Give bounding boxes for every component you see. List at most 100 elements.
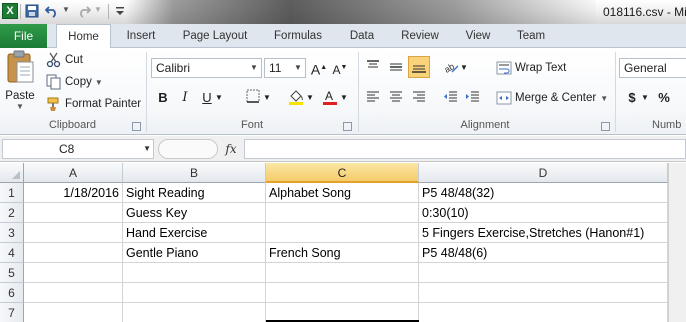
cell-b7[interactable] — [123, 303, 266, 322]
font-size-combo[interactable]: 11 ▼ — [264, 58, 306, 78]
orientation-icon[interactable]: ab — [442, 58, 460, 76]
formula-bar: C8 ▼ fx — [0, 136, 686, 162]
copy-dropdown-icon[interactable]: ▼ — [95, 78, 103, 87]
tab-file[interactable]: File — [0, 24, 47, 48]
orientation-dropdown-icon[interactable]: ▼ — [459, 58, 469, 78]
font-color-button[interactable]: A — [320, 88, 340, 108]
font-launcher-icon[interactable] — [343, 122, 352, 131]
top-align-icon[interactable] — [364, 58, 382, 76]
align-center-icon[interactable] — [387, 88, 405, 106]
undo-icon[interactable] — [44, 3, 60, 19]
fill-color-button[interactable] — [286, 88, 306, 108]
cell-a5[interactable] — [24, 263, 123, 283]
redo-icon[interactable] — [76, 3, 92, 19]
tab-data[interactable]: Data — [340, 24, 384, 48]
tab-review[interactable]: Review — [394, 24, 446, 48]
cell-d1[interactable]: P5 48/48(32) — [419, 183, 668, 203]
tab-view[interactable]: View — [456, 24, 500, 48]
column-header-b[interactable]: B — [123, 163, 266, 183]
borders-dropdown-icon[interactable]: ▼ — [262, 88, 272, 108]
merge-center-button[interactable]: Merge & Center ▼ — [496, 90, 608, 106]
clipboard-launcher-icon[interactable] — [132, 122, 141, 131]
underline-dropdown-icon[interactable]: ▼ — [214, 88, 224, 108]
fill-color-dropdown-icon[interactable]: ▼ — [305, 88, 315, 108]
row-header[interactable]: 5 — [0, 263, 24, 283]
shrink-font-button[interactable]: A▼ — [330, 58, 350, 78]
currency-button[interactable]: $ — [622, 88, 642, 108]
tab-formulas[interactable]: Formulas — [264, 24, 332, 48]
column-header-c[interactable]: C — [266, 163, 419, 183]
formula-input[interactable] — [244, 139, 686, 159]
tab-page-layout[interactable]: Page Layout — [176, 24, 254, 48]
cell-a6[interactable] — [24, 283, 123, 303]
cell-b1[interactable]: Sight Reading — [123, 183, 266, 203]
clipboard-group-label: Clipboard — [48, 119, 97, 131]
cell-b3[interactable]: Hand Exercise — [123, 223, 266, 243]
merge-dropdown-icon[interactable]: ▼ — [600, 94, 608, 103]
row-header[interactable]: 3 — [0, 223, 24, 243]
cell-d5[interactable] — [419, 263, 668, 283]
cell-a7[interactable] — [24, 303, 123, 322]
tab-team[interactable]: Team — [508, 24, 554, 48]
save-icon[interactable] — [24, 3, 40, 19]
cell-b6[interactable] — [123, 283, 266, 303]
tab-home[interactable]: Home — [56, 24, 111, 49]
cell-c5[interactable] — [266, 263, 419, 283]
tab-insert[interactable]: Insert — [117, 24, 165, 48]
grow-font-button[interactable]: A▲ — [309, 58, 329, 78]
row-header[interactable]: 6 — [0, 283, 24, 303]
cell-d3[interactable]: 5 Fingers Exercise,Stretches (Hanon#1) — [419, 223, 668, 243]
number-format-combo[interactable]: General — [619, 58, 686, 78]
format-painter-button[interactable]: Format Painter — [46, 96, 141, 112]
percent-button[interactable]: % — [654, 88, 674, 108]
cell-a1[interactable]: 1/18/2016 — [24, 183, 123, 203]
wrap-text-button[interactable]: Wrap Text — [496, 60, 566, 76]
cell-d6[interactable] — [419, 283, 668, 303]
column-header-a[interactable]: A — [24, 163, 123, 183]
currency-dropdown-icon[interactable]: ▼ — [640, 88, 650, 108]
title-bar: X ▼ ▼ 018116.csv - Mi — [0, 0, 686, 24]
font-color-dropdown-icon[interactable]: ▼ — [339, 88, 349, 108]
cell-b4[interactable]: Gentle Piano — [123, 243, 266, 263]
borders-button[interactable] — [243, 88, 263, 108]
column-header-d[interactable]: D — [419, 163, 668, 183]
name-box[interactable]: C8 ▼ — [2, 139, 154, 159]
cell-b2[interactable]: Guess Key — [123, 203, 266, 223]
cell-b5[interactable] — [123, 263, 266, 283]
row-header[interactable]: 7 — [0, 303, 24, 322]
excel-icon[interactable]: X — [2, 3, 18, 19]
cell-c6[interactable] — [266, 283, 419, 303]
bold-button[interactable]: B — [153, 88, 173, 108]
row-header[interactable]: 2 — [0, 203, 24, 223]
italic-button[interactable]: I — [175, 88, 195, 108]
copy-button[interactable]: Copy ▼ — [46, 74, 103, 90]
select-all-button[interactable] — [0, 163, 24, 183]
decrease-indent-icon[interactable] — [442, 88, 460, 106]
increase-indent-icon[interactable] — [464, 88, 482, 106]
cell-c3[interactable] — [266, 223, 419, 243]
row-header[interactable]: 4 — [0, 243, 24, 263]
cell-a3[interactable] — [24, 223, 123, 243]
cell-c2[interactable] — [266, 203, 419, 223]
align-left-icon[interactable] — [364, 88, 382, 106]
align-right-icon[interactable] — [410, 88, 428, 106]
cell-d4[interactable]: P5 48/48(6) — [419, 243, 668, 263]
cell-c1[interactable]: Alphabet Song — [266, 183, 419, 203]
cell-a4[interactable] — [24, 243, 123, 263]
middle-align-icon[interactable] — [387, 58, 405, 76]
redo-dropdown-icon[interactable]: ▼ — [94, 5, 102, 14]
formula-bar-splitter[interactable] — [158, 139, 218, 159]
row-header[interactable]: 1 — [0, 183, 24, 203]
paste-button[interactable]: Paste ▼ — [2, 50, 38, 116]
cell-d2[interactable]: 0:30(10) — [419, 203, 668, 223]
insert-function-icon[interactable]: fx — [221, 139, 241, 159]
cell-c4[interactable]: French Song — [266, 243, 419, 263]
cell-d7[interactable] — [419, 303, 668, 322]
undo-dropdown-icon[interactable]: ▼ — [62, 5, 70, 14]
cell-a2[interactable] — [24, 203, 123, 223]
font-name-combo[interactable]: Calibri ▼ — [151, 58, 262, 78]
bottom-align-icon[interactable] — [408, 56, 430, 78]
cut-button[interactable]: Cut — [46, 52, 83, 68]
alignment-launcher-icon[interactable] — [601, 122, 610, 131]
vertical-scrollbar[interactable] — [668, 163, 686, 322]
